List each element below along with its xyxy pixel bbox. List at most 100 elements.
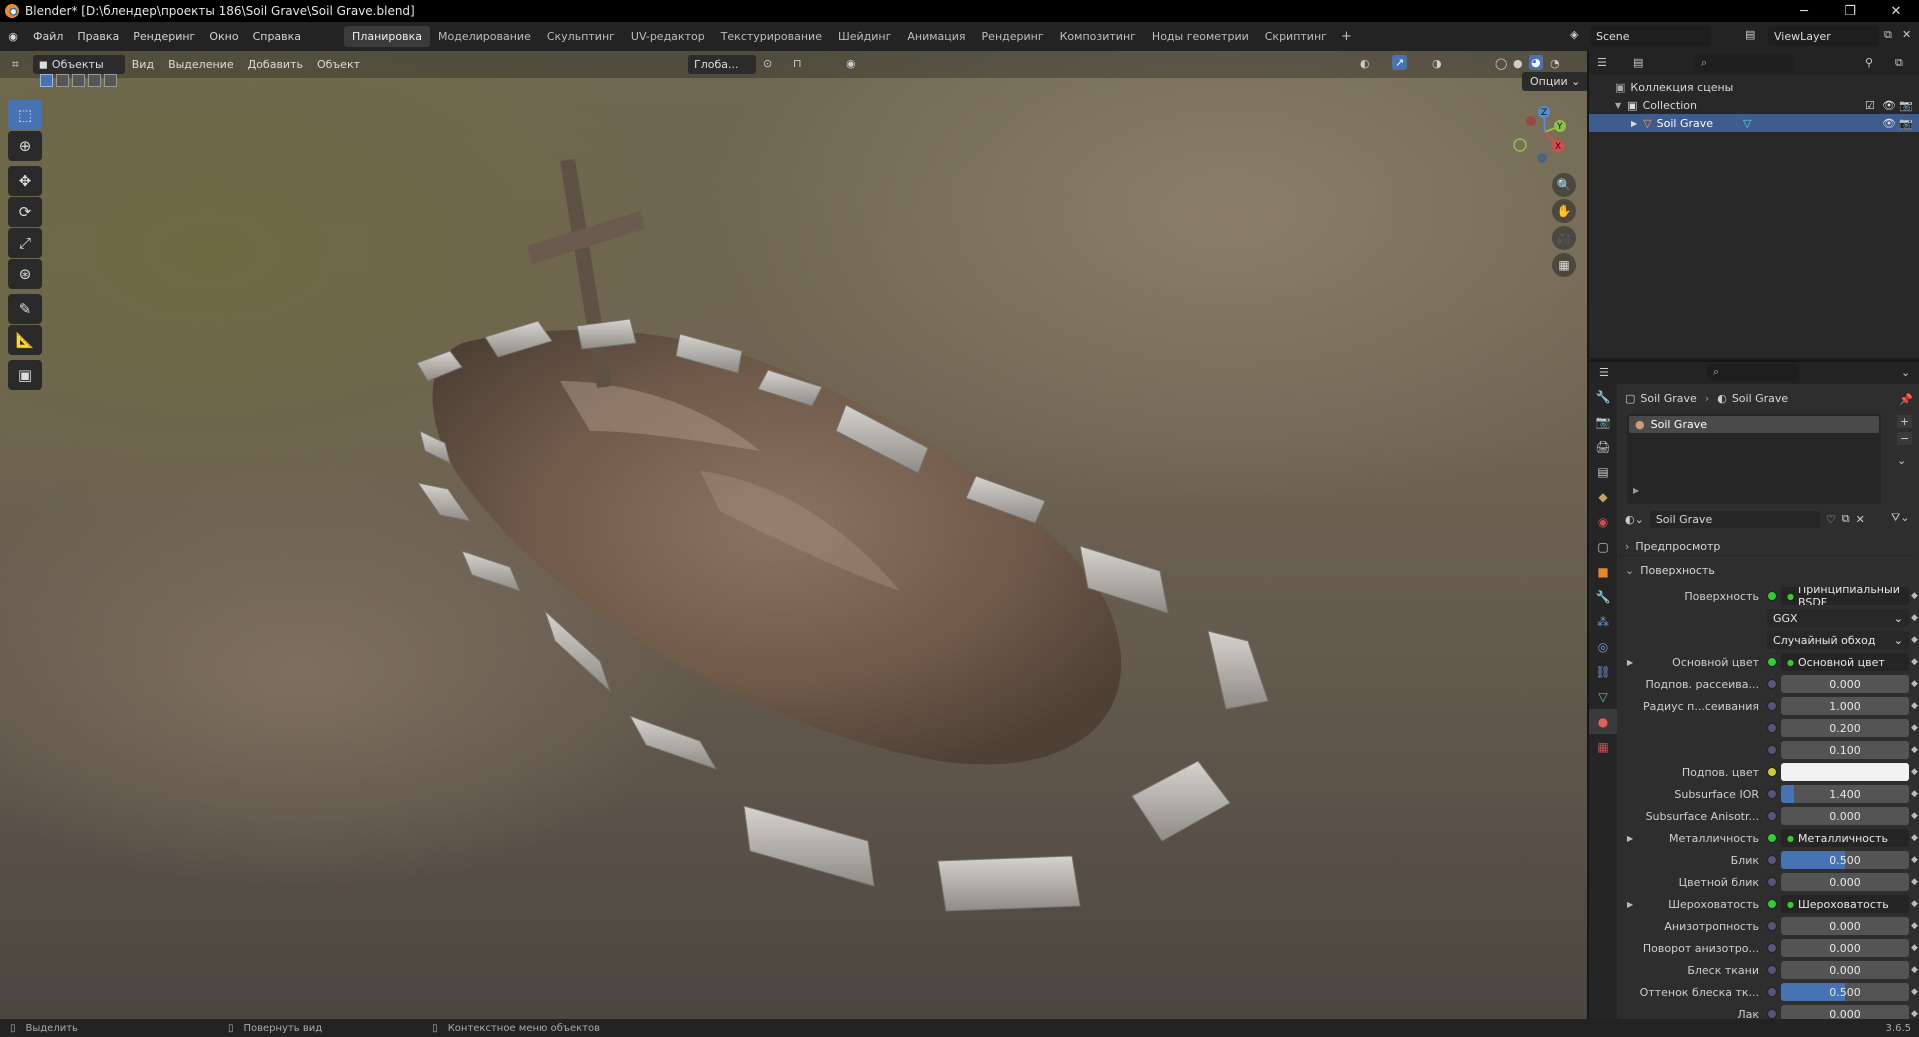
- select-subtract-icon[interactable]: [72, 74, 85, 87]
- add-cube-tool[interactable]: ▣: [8, 360, 42, 390]
- snap-icon[interactable]: ⊓: [793, 57, 802, 70]
- tab-texture-paint[interactable]: Текстурирование: [713, 26, 830, 47]
- section-surface[interactable]: ⌄ Поверхность: [1619, 561, 1915, 579]
- number-field[interactable]: 1.400: [1781, 785, 1909, 803]
- number-field[interactable]: 0.000: [1781, 675, 1909, 693]
- dropdown-field[interactable]: Случайный обход ⌄: [1767, 631, 1909, 649]
- outliner-row-collection[interactable]: ▼ ▣ Collection ☑ 👁 📷: [1589, 96, 1919, 114]
- material-name-field[interactable]: Soil Grave: [1649, 510, 1820, 528]
- outliner-row-soil-grave[interactable]: ▶ ▽ Soil Grave ▽ 👁 📷: [1589, 114, 1919, 132]
- scene-selector[interactable]: Scene: [1590, 26, 1710, 46]
- new-collection-icon[interactable]: ⧉: [1895, 56, 1903, 70]
- unlink-icon[interactable]: ✕: [1856, 513, 1865, 526]
- navigation-gizmo[interactable]: Y Z X: [1500, 100, 1590, 180]
- eye-icon[interactable]: 👁: [1882, 99, 1896, 112]
- tab-scripting[interactable]: Скриптинг: [1257, 26, 1335, 47]
- keyframe-icon[interactable]: ◆: [1911, 789, 1918, 799]
- tab-modeling[interactable]: Моделирование: [430, 26, 539, 47]
- number-field[interactable]: 0.000: [1781, 873, 1909, 891]
- socket-dot-icon[interactable]: [1767, 767, 1777, 777]
- camera-render-icon[interactable]: 📷: [1899, 117, 1913, 130]
- keyframe-icon[interactable]: ◆: [1911, 1009, 1918, 1019]
- collapse-arrow-icon[interactable]: ▼: [1615, 101, 1621, 110]
- transform-tool[interactable]: ⊛: [8, 259, 42, 289]
- number-field[interactable]: 0.000: [1781, 961, 1909, 979]
- select-box-tool[interactable]: ⬚: [8, 100, 42, 130]
- keyframe-icon[interactable]: ◆: [1911, 899, 1918, 909]
- keyframe-icon[interactable]: ◆: [1911, 811, 1918, 821]
- tab-tool[interactable]: 🔧: [1589, 384, 1617, 409]
- linked-input-field[interactable]: ● Принципиальный BSDF: [1781, 587, 1909, 605]
- socket-dot-icon[interactable]: [1767, 987, 1777, 997]
- 3d-viewport[interactable]: [0, 51, 1587, 1019]
- add-slot-icon[interactable]: +: [1897, 415, 1913, 428]
- expand-arrow-icon[interactable]: ▶: [1627, 900, 1633, 909]
- perspective-toggle-button[interactable]: ▦: [1552, 253, 1576, 277]
- socket-dot-icon[interactable]: [1767, 899, 1777, 909]
- number-field[interactable]: 1.000: [1781, 697, 1909, 715]
- filter-icon[interactable]: ⚲: [1865, 56, 1873, 69]
- socket-dot-icon[interactable]: [1767, 723, 1777, 733]
- duplicate-icon[interactable]: ⧉: [1842, 512, 1850, 526]
- checkbox-icon[interactable]: ☑: [1865, 99, 1875, 112]
- pin-icon[interactable]: 📌: [1899, 393, 1913, 406]
- socket-dot-icon[interactable]: [1767, 1009, 1777, 1019]
- keyframe-icon[interactable]: ◆: [1911, 745, 1918, 755]
- socket-dot-icon[interactable]: [1767, 965, 1777, 975]
- socket-dot-icon[interactable]: [1767, 833, 1777, 843]
- select-invert-icon[interactable]: [88, 74, 101, 87]
- rotate-tool[interactable]: ⟳: [8, 197, 42, 227]
- chevron-down-icon[interactable]: ⌄: [1897, 454, 1906, 467]
- tab-particles[interactable]: ⁂: [1589, 609, 1617, 634]
- keyframe-icon[interactable]: ◆: [1911, 987, 1918, 997]
- menu-add[interactable]: Добавить: [241, 58, 310, 71]
- display-mode-icon[interactable]: ▤: [1633, 56, 1643, 69]
- number-field[interactable]: 0.500: [1781, 851, 1909, 869]
- tab-geometry-nodes[interactable]: Ноды геометрии: [1144, 26, 1257, 47]
- camera-render-icon[interactable]: 📷: [1899, 99, 1913, 112]
- expand-arrow-icon[interactable]: ▶: [1627, 834, 1633, 843]
- measure-tool[interactable]: 📐: [8, 325, 42, 355]
- mode-dropdown[interactable]: ◼ Объекты: [32, 55, 125, 74]
- menu-help[interactable]: Справка: [246, 30, 308, 43]
- tab-rendering[interactable]: Рендеринг: [974, 26, 1052, 47]
- keyframe-icon[interactable]: ◆: [1911, 613, 1918, 623]
- remove-slot-icon[interactable]: −: [1897, 432, 1913, 445]
- tab-compositing[interactable]: Композитинг: [1052, 26, 1144, 47]
- orientation-dropdown[interactable]: Глоба...: [688, 55, 756, 74]
- tab-constraints[interactable]: ⛓: [1589, 659, 1617, 684]
- tab-sculpting[interactable]: Скульптинг: [539, 26, 623, 47]
- chevron-down-icon[interactable]: ⌄: [1901, 366, 1910, 379]
- tab-uv-editing[interactable]: UV-редактор: [623, 26, 713, 47]
- keyframe-icon[interactable]: ◆: [1911, 833, 1918, 843]
- zoom-view-button[interactable]: 🔍: [1552, 173, 1576, 197]
- material-slot-item[interactable]: ● Soil Grave: [1629, 416, 1879, 433]
- number-field[interactable]: 0.000: [1781, 917, 1909, 935]
- linked-input-field[interactable]: ● Основной цвет: [1781, 653, 1909, 671]
- tab-modifiers[interactable]: 🔧: [1589, 584, 1617, 609]
- color-swatch[interactable]: [1781, 763, 1909, 781]
- number-field[interactable]: 0.200: [1781, 719, 1909, 737]
- keyframe-icon[interactable]: ◆: [1911, 657, 1918, 667]
- menu-render[interactable]: Рендеринг: [126, 30, 202, 43]
- expand-arrow-icon[interactable]: ▶: [1633, 486, 1639, 495]
- menu-file[interactable]: Файл: [26, 30, 70, 43]
- keyframe-icon[interactable]: ◆: [1911, 635, 1918, 645]
- scale-tool[interactable]: ⤢: [8, 228, 42, 258]
- cursor-tool[interactable]: ⊕: [8, 131, 42, 161]
- outliner-search-input[interactable]: ⌕: [1695, 54, 1793, 72]
- keyframe-icon[interactable]: ◆: [1911, 591, 1918, 601]
- number-field[interactable]: 0.500: [1781, 983, 1909, 1001]
- overlay-icon[interactable]: ◑: [1432, 57, 1442, 70]
- material-shading-icon[interactable]: ◕: [1529, 55, 1543, 70]
- properties-search-input[interactable]: ⌕: [1707, 364, 1799, 381]
- material-slot-list[interactable]: ● Soil Grave ▶: [1627, 414, 1881, 504]
- scene-icon[interactable]: ◈: [1570, 28, 1578, 41]
- solid-shading-icon[interactable]: ●: [1513, 57, 1523, 70]
- tab-collection[interactable]: ▢: [1589, 534, 1617, 559]
- socket-dot-icon[interactable]: [1767, 745, 1777, 755]
- remove-view-layer-icon[interactable]: ✕: [1902, 28, 1911, 41]
- socket-dot-icon[interactable]: [1767, 877, 1777, 887]
- keyframe-icon[interactable]: ◆: [1911, 701, 1918, 711]
- tab-object[interactable]: ■: [1589, 559, 1617, 584]
